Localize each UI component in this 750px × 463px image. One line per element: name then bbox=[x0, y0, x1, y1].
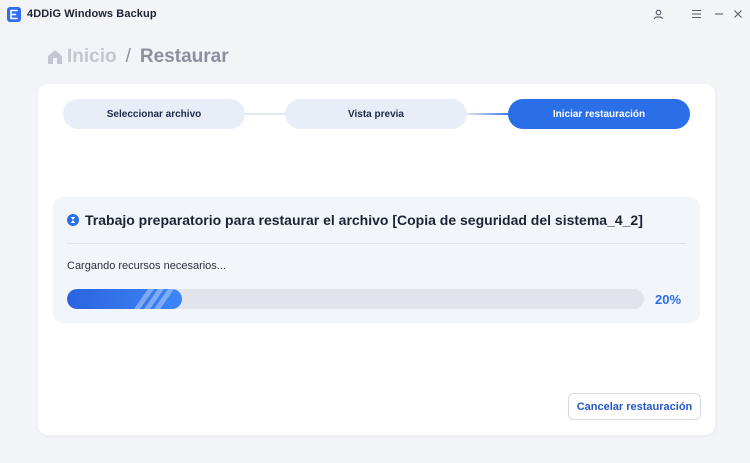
panel-divider bbox=[67, 243, 686, 244]
step-connector bbox=[466, 113, 512, 115]
home-icon bbox=[46, 48, 64, 66]
task-title: Trabajo preparatorio para restaurar el a… bbox=[67, 212, 643, 228]
step-label: Vista previa bbox=[348, 108, 404, 120]
hourglass-icon bbox=[67, 214, 79, 226]
breadcrumb-home-label: Inicio bbox=[67, 46, 117, 67]
close-icon[interactable] bbox=[728, 5, 748, 23]
breadcrumb-current: Restaurar bbox=[139, 46, 229, 67]
progress-panel: Trabajo preparatorio para restaurar el a… bbox=[53, 197, 700, 323]
step-preview: Vista previa bbox=[285, 99, 467, 129]
breadcrumb-separator: / bbox=[125, 46, 131, 67]
breadcrumb: Inicio / Restaurar bbox=[46, 45, 229, 69]
menu-icon[interactable] bbox=[686, 5, 706, 23]
task-title-text: Trabajo preparatorio para restaurar el a… bbox=[85, 212, 643, 228]
main-card: Seleccionar archivo Vista previa Iniciar… bbox=[38, 84, 715, 435]
progress-fill bbox=[67, 289, 183, 309]
breadcrumb-home[interactable]: Inicio bbox=[46, 46, 117, 68]
app-title: 4DDiG Windows Backup bbox=[27, 8, 157, 20]
progress-percent: 20% bbox=[655, 292, 682, 307]
step-label: Iniciar restauración bbox=[552, 108, 646, 120]
step-connector bbox=[242, 113, 288, 115]
cancel-restore-button[interactable]: Cancelar restauración bbox=[568, 393, 701, 420]
progress-bar bbox=[67, 289, 644, 309]
app-logo-icon bbox=[7, 7, 21, 22]
status-text: Cargando recursos necesarios... bbox=[67, 260, 226, 272]
step-select-file: Seleccionar archivo bbox=[63, 99, 245, 129]
step-start-restore: Iniciar restauración bbox=[508, 99, 690, 129]
minimize-icon[interactable] bbox=[709, 5, 729, 23]
title-bar: 4DDiG Windows Backup bbox=[0, 0, 750, 30]
step-label: Seleccionar archivo bbox=[106, 108, 202, 120]
user-icon[interactable] bbox=[648, 5, 668, 23]
